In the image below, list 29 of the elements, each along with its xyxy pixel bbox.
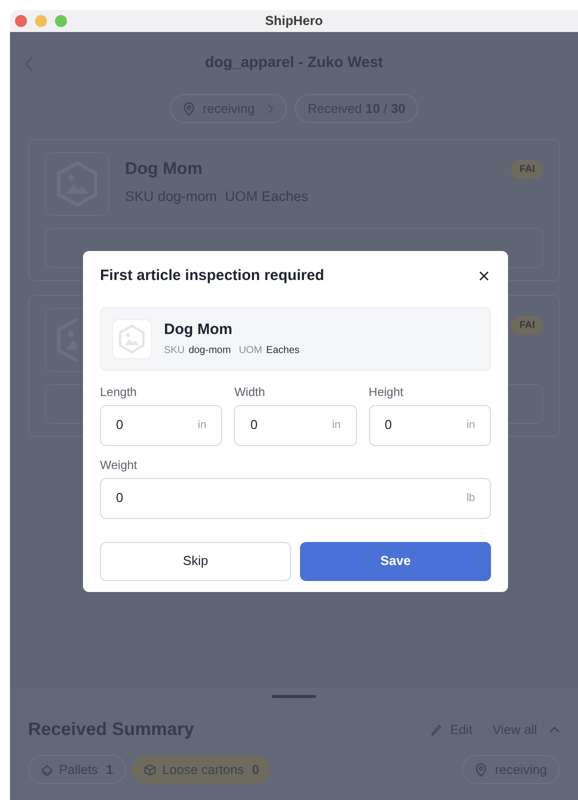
sku-label: SKU (164, 344, 185, 358)
field-label: Height (368, 384, 404, 400)
image-placeholder-icon (119, 324, 145, 354)
product-name: Dog Mom (164, 320, 234, 340)
box-icon (144, 764, 156, 776)
minimize-window-button[interactable] (35, 15, 47, 27)
chevron-up-icon (549, 726, 560, 733)
field-label: Weight (100, 456, 138, 474)
pallet-icon (41, 764, 53, 776)
uom-value: Eaches (266, 344, 300, 358)
location-pin-icon (474, 762, 487, 776)
maximize-window-button[interactable] (55, 15, 67, 27)
sku-value: dog-mom (188, 344, 231, 358)
close-icon[interactable] (479, 271, 489, 282)
close-window-button[interactable] (15, 15, 27, 27)
window-title: ShipHero (265, 12, 323, 30)
dialog-title: First article inspection required (100, 266, 324, 286)
measurement-field[interactable]: 0 in (100, 404, 222, 446)
measurement-field[interactable]: 0 in (368, 404, 491, 446)
uom-label: UOM (238, 344, 262, 358)
field-label: Length (100, 384, 138, 400)
save-button[interactable]: Save (300, 542, 491, 580)
measurement-field[interactable]: 0 lb (100, 478, 491, 518)
field-label: Width (234, 384, 266, 400)
pencil-icon (431, 724, 442, 736)
skip-button[interactable]: Skip (100, 542, 291, 580)
drag-handle[interactable] (272, 695, 316, 698)
measurement-field[interactable]: 0 in (234, 404, 357, 446)
location-pin-icon (182, 102, 195, 116)
